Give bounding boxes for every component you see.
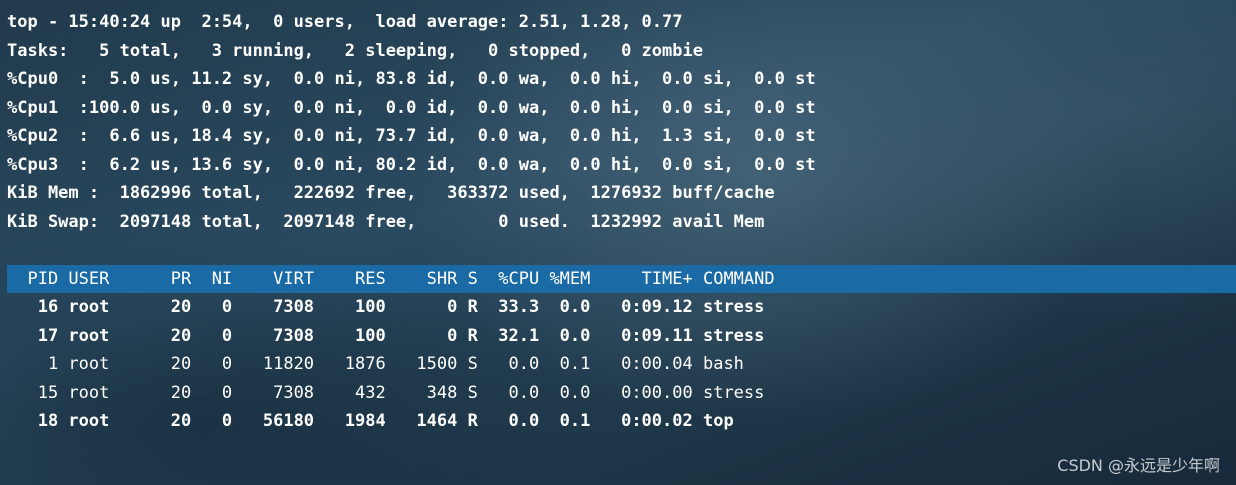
- process-table-body: 16 root 20 0 7308 100 0 R 33.3 0.0 0:09.…: [0, 293, 1236, 436]
- cpu1-line: %Cpu1 :100.0 us, 0.0 sy, 0.0 ni, 0.0 id,…: [7, 97, 816, 118]
- cpu3-line: %Cpu3 : 6.2 us, 13.6 sy, 0.0 ni, 80.2 id…: [7, 154, 816, 175]
- swap-line: KiB Swap: 2097148 total, 2097148 free, 0…: [7, 211, 765, 232]
- memory-line: KiB Mem : 1862996 total, 222692 free, 36…: [7, 183, 775, 203]
- process-row: 18 root 20 0 56180 1984 1464 R 0.0 0.1 0…: [7, 411, 734, 431]
- process-row: 15 root 20 0 7308 432 348 S 0.0 0.0 0:00…: [7, 382, 765, 403]
- process-row: 17 root 20 0 7308 100 0 R 32.1 0.0 0:09.…: [7, 325, 765, 346]
- uptime-line: top - 15:40:24 up 2:54, 0 users, load av…: [7, 12, 683, 32]
- process-row: 1 root 20 0 11820 1876 1500 S 0.0 0.1 0:…: [7, 354, 744, 374]
- watermark: CSDN @永远是少年啊: [1057, 456, 1220, 475]
- terminal-window[interactable]: top - 15:40:24 up 2:54, 0 users, load av…: [0, 8, 1236, 436]
- cpu2-line: %Cpu2 : 6.6 us, 18.4 sy, 0.0 ni, 73.7 id…: [7, 126, 816, 146]
- process-row: 16 root 20 0 7308 100 0 R 33.3 0.0 0:09.…: [7, 297, 765, 317]
- process-table-header: PID USER PR NI VIRT RES SHR S %CPU %MEM …: [7, 264, 1236, 293]
- tasks-line: Tasks: 5 total, 3 running, 2 sleeping, 0…: [7, 40, 703, 61]
- cpu0-line: %Cpu0 : 5.0 us, 11.2 sy, 0.0 ni, 83.8 id…: [7, 69, 816, 89]
